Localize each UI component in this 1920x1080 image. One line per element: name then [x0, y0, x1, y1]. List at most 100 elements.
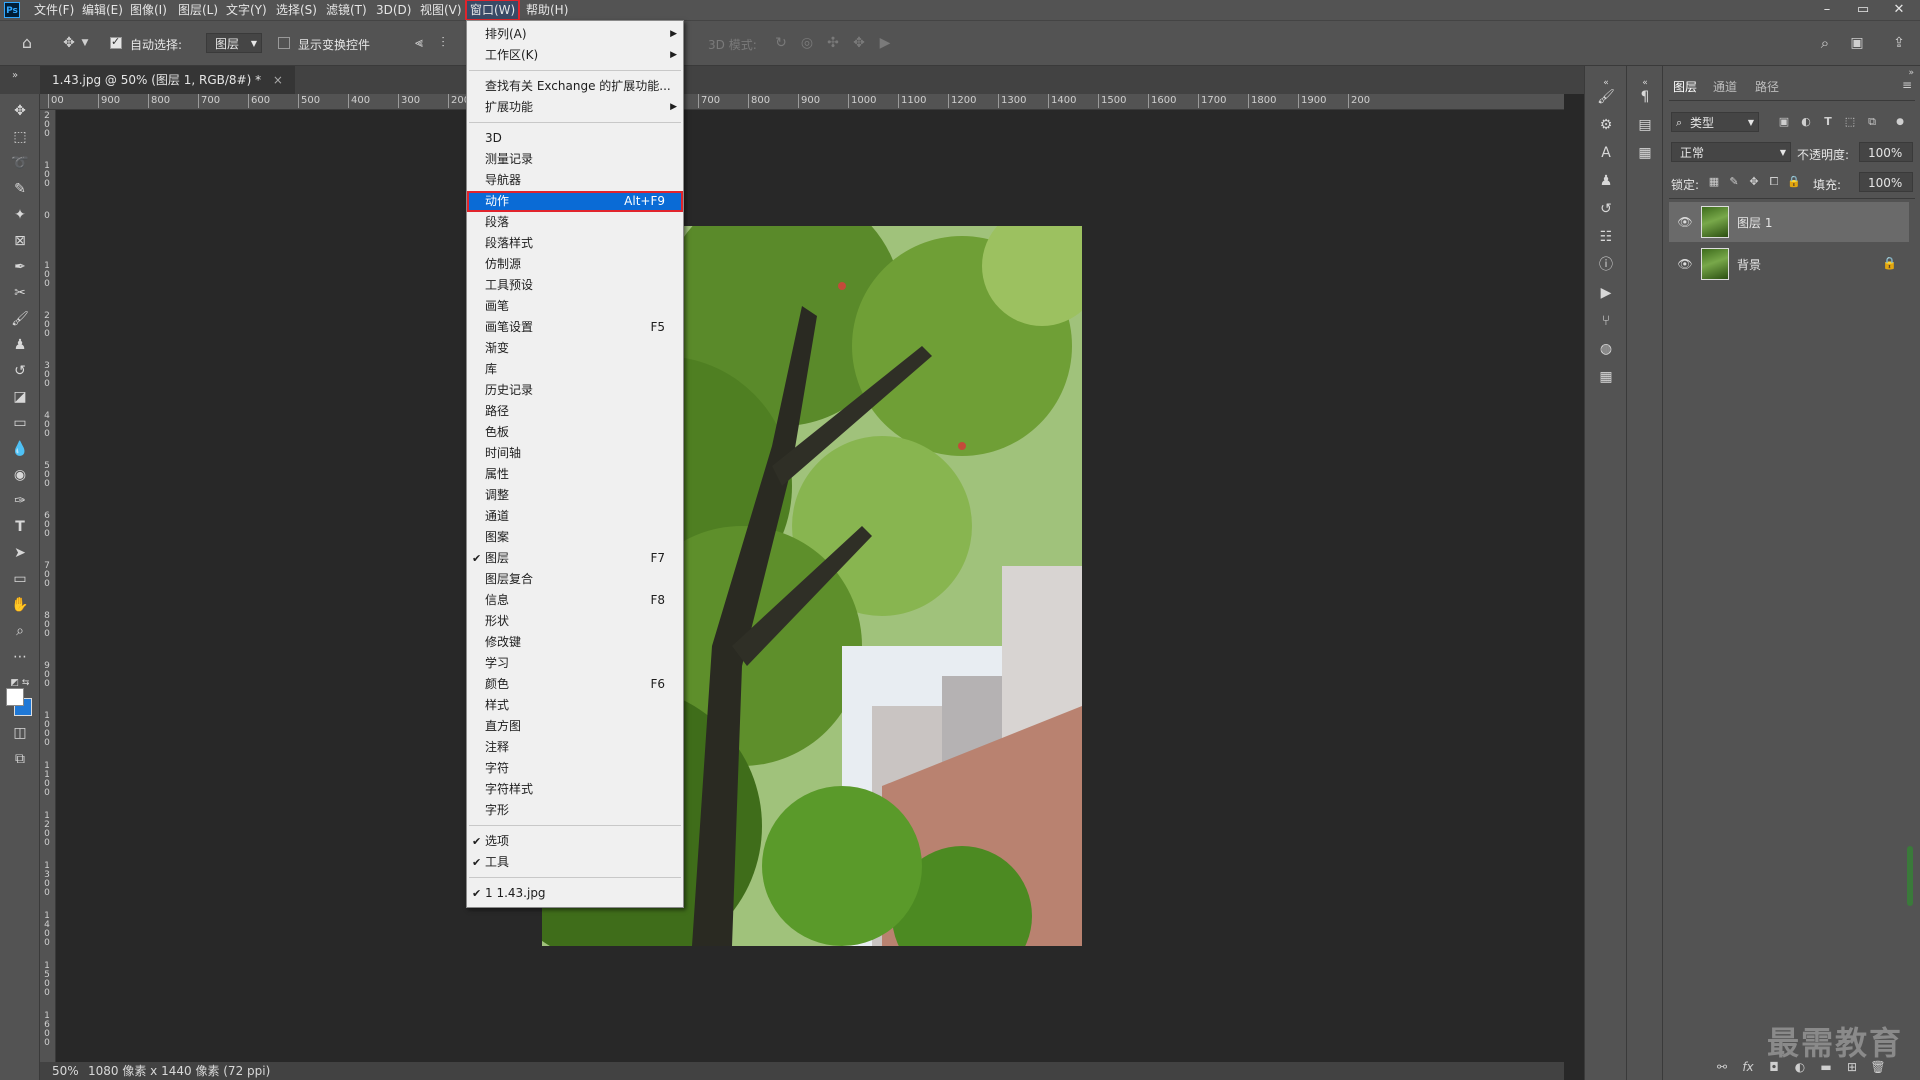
- table-icon[interactable]: ▦: [1594, 366, 1618, 388]
- libraries-icon[interactable]: ☷: [1594, 226, 1618, 248]
- actions-icon[interactable]: ▶: [1594, 282, 1618, 304]
- menu-file[interactable]: 文件(F): [30, 0, 78, 20]
- pen-tool-icon[interactable]: ✑: [8, 490, 32, 512]
- paragraph-icon[interactable]: ¶: [1633, 86, 1657, 108]
- menu-item[interactable]: ✔ 选项: [467, 831, 683, 852]
- menu-item[interactable]: 渐变: [467, 338, 683, 359]
- zoom-tool-icon[interactable]: ⌕: [8, 620, 32, 642]
- menu-item[interactable]: 工具预设: [467, 275, 683, 296]
- paths-icon[interactable]: ⑂: [1594, 310, 1618, 332]
- auto-select-dropdown[interactable]: 图层 ▼: [206, 33, 262, 53]
- align-center-icon[interactable]: ⫶: [432, 33, 454, 53]
- menu-edit[interactable]: 编辑(E): [78, 0, 127, 20]
- adjustments-icon[interactable]: ⚙: [1594, 114, 1618, 136]
- adjustment-layer-icon[interactable]: ◐: [1791, 1060, 1809, 1074]
- history-brush-tool-icon[interactable]: ↺: [8, 360, 32, 382]
- stamp-tool-icon[interactable]: ♟: [8, 334, 32, 356]
- visibility-eye-icon[interactable]: 👁: [1677, 214, 1693, 230]
- menu-item[interactable]: 工作区(K) ▶: [467, 45, 683, 66]
- move-tool-icon[interactable]: ✥: [8, 100, 32, 122]
- lock-pixels-icon[interactable]: ✎: [1723, 172, 1745, 192]
- menu-item[interactable]: 时间轴: [467, 443, 683, 464]
- menu-item[interactable]: 3D: [467, 128, 683, 149]
- character-icon[interactable]: A: [1594, 142, 1618, 164]
- brush-tool-icon[interactable]: 🖌: [8, 308, 32, 330]
- orbit-3d-icon[interactable]: ↻: [770, 33, 792, 53]
- new-layer-icon[interactable]: ⊞: [1843, 1060, 1861, 1074]
- visibility-eye-icon[interactable]: 👁: [1677, 256, 1693, 272]
- delete-layer-icon[interactable]: 🗑: [1869, 1060, 1887, 1074]
- menu-item[interactable]: 颜色 F6: [467, 674, 683, 695]
- menu-item[interactable]: 调整: [467, 485, 683, 506]
- add-mask-icon[interactable]: ◘: [1765, 1060, 1783, 1074]
- collapse-toolbar-icon[interactable]: »: [4, 66, 26, 86]
- search-icon[interactable]: ⌕: [1814, 33, 1836, 53]
- lock-all-icon[interactable]: 🔒: [1783, 172, 1805, 192]
- menu-item[interactable]: 信息 F8: [467, 590, 683, 611]
- marquee-tool-icon[interactable]: ⬚: [8, 126, 32, 148]
- roll-3d-icon[interactable]: ◎: [796, 33, 818, 53]
- filter-pixel-icon[interactable]: ▣: [1773, 112, 1795, 132]
- clone-source-icon[interactable]: ♟: [1594, 170, 1618, 192]
- menu-item[interactable]: 色板: [467, 422, 683, 443]
- blur-tool-icon[interactable]: 💧: [8, 438, 32, 460]
- layer-row[interactable]: 👁 背景 🔒: [1669, 244, 1909, 284]
- menu-item[interactable]: ✔ 工具: [467, 852, 683, 873]
- lock-artboard-icon[interactable]: ⧠: [1763, 172, 1785, 192]
- fill-field[interactable]: 100%: [1859, 172, 1913, 192]
- hand-tool-icon[interactable]: ✋: [8, 594, 32, 616]
- info-icon[interactable]: ⓘ: [1594, 254, 1618, 276]
- menu-help[interactable]: 帮助(H): [522, 0, 572, 20]
- home-icon[interactable]: ⌂: [16, 33, 38, 53]
- filter-type-icon[interactable]: T: [1817, 112, 1839, 132]
- new-group-icon[interactable]: ▬: [1817, 1060, 1835, 1074]
- layer-filter-dropdown[interactable]: ⌕ 类型 ▼: [1671, 112, 1759, 132]
- dodge-tool-icon[interactable]: ◉: [8, 464, 32, 486]
- tab-channels[interactable]: 通道: [1713, 78, 1737, 95]
- rectangle-tool-icon[interactable]: ▭: [8, 568, 32, 590]
- menu-3d[interactable]: 3D(D): [372, 0, 415, 20]
- menu-filter[interactable]: 滤镜(T): [322, 0, 371, 20]
- menu-item[interactable]: 段落: [467, 212, 683, 233]
- show-transform-checkbox[interactable]: [278, 37, 290, 49]
- collapse-panel-icon[interactable]: »: [1908, 68, 1914, 78]
- menu-item[interactable]: 学习: [467, 653, 683, 674]
- move-tool-icon[interactable]: ✥: [58, 33, 80, 53]
- fx-icon[interactable]: fx: [1739, 1060, 1757, 1074]
- chevron-down-icon[interactable]: ▼: [80, 33, 90, 53]
- menu-item[interactable]: 字符样式: [467, 779, 683, 800]
- zoom-level[interactable]: 50%: [52, 1062, 79, 1080]
- menu-item[interactable]: 导航器: [467, 170, 683, 191]
- menu-item[interactable]: ✔ 1 1.43.jpg: [467, 883, 683, 904]
- lock-position-icon[interactable]: ✥: [1743, 172, 1765, 192]
- screen-mode-icon[interactable]: ⧉: [8, 748, 32, 770]
- menu-item[interactable]: 测量记录: [467, 149, 683, 170]
- menu-type[interactable]: 文字(Y): [222, 0, 271, 20]
- menu-item[interactable]: 图层复合: [467, 569, 683, 590]
- workspace-icon[interactable]: ▣: [1846, 33, 1868, 53]
- menu-item[interactable]: 路径: [467, 401, 683, 422]
- filter-shape-icon[interactable]: ⬚: [1839, 112, 1861, 132]
- menu-item[interactable]: 段落样式: [467, 233, 683, 254]
- align-left-icon[interactable]: ⫷: [408, 33, 430, 53]
- eraser-tool-icon[interactable]: ◪: [8, 386, 32, 408]
- menu-item[interactable]: 画笔设置 F5: [467, 317, 683, 338]
- path-select-tool-icon[interactable]: ➤: [8, 542, 32, 564]
- menu-layer[interactable]: 图层(L): [174, 0, 222, 20]
- menu-item[interactable]: 历史记录: [467, 380, 683, 401]
- menu-item[interactable]: ✔ 图层 F7: [467, 548, 683, 569]
- menu-select[interactable]: 选择(S): [272, 0, 321, 20]
- menu-item[interactable]: 查找有关 Exchange 的扩展功能...: [467, 76, 683, 97]
- menu-view[interactable]: 视图(V): [416, 0, 466, 20]
- tab-close-icon[interactable]: ×: [273, 73, 283, 87]
- minimize-icon[interactable]: –: [1810, 0, 1844, 20]
- crop-tool-icon[interactable]: ✂: [8, 282, 32, 304]
- panel-menu-icon[interactable]: ≡: [1902, 78, 1912, 92]
- menu-item[interactable]: 字符: [467, 758, 683, 779]
- type-tool-icon[interactable]: T: [8, 516, 32, 538]
- blend-mode-dropdown[interactable]: 正常 ▼: [1671, 142, 1791, 162]
- gradient-tool-icon[interactable]: ▭: [8, 412, 32, 434]
- camera-3d-icon[interactable]: ▶: [874, 33, 896, 53]
- filter-smart-icon[interactable]: ⧉: [1861, 112, 1883, 132]
- scrollbar-thumb[interactable]: [1907, 846, 1913, 906]
